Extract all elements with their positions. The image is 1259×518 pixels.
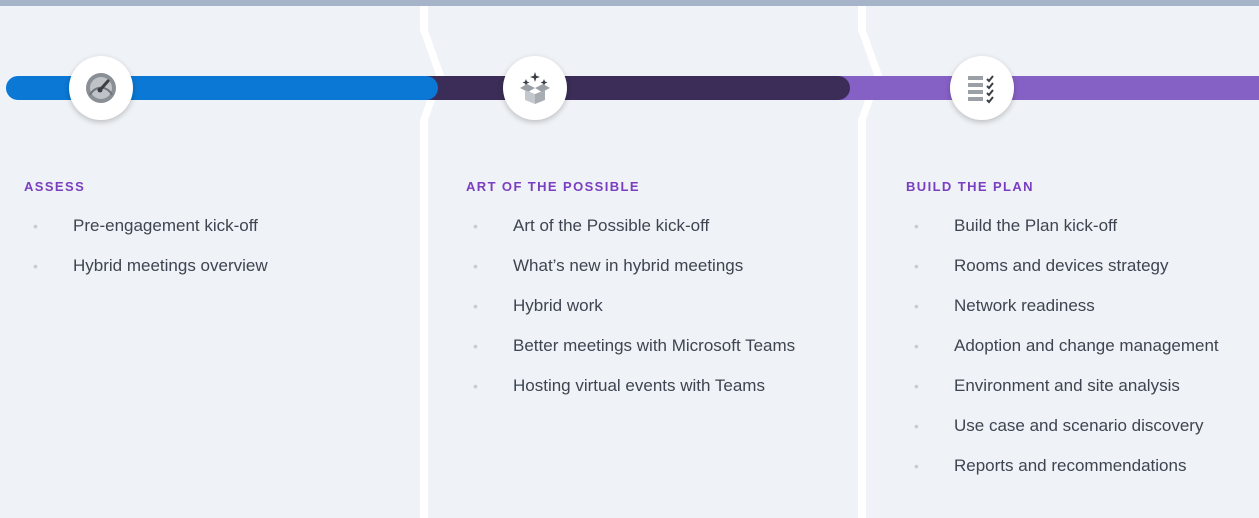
list-item: • Adoption and change management [914,335,1219,375]
list-item-label: Reports and recommendations [954,456,1187,475]
bullet: • [33,218,38,234]
list-item: • Build the Plan kick-off [914,215,1219,255]
list-item-label: Rooms and devices strategy [954,256,1169,275]
art-of-the-possible-heading: ART OF THE POSSIBLE [466,179,640,194]
list-item-label: Network readiness [954,296,1095,315]
bullet: • [914,298,919,314]
sparkle-box-icon [503,56,567,120]
build-the-plan-progress-bar [826,76,1259,100]
list-item: • Better meetings with Microsoft Teams [473,335,795,375]
assess-heading: ASSESS [24,179,86,194]
bullet: • [914,458,919,474]
checklist-icon [950,56,1014,120]
speedometer-icon [69,56,133,120]
list-item: • Hybrid meetings overview [33,255,268,295]
list-item-label: Pre-engagement kick-off [73,216,258,235]
build-the-plan-heading: BUILD THE PLAN [906,179,1034,194]
bullet: • [914,218,919,234]
list-item-label: Environment and site analysis [954,376,1180,395]
bullet: • [473,258,478,274]
list-item: • Rooms and devices strategy [914,255,1219,295]
list-item-label: Use case and scenario discovery [954,416,1204,435]
list-item-label: What’s new in hybrid meetings [513,256,744,275]
bullet: • [914,338,919,354]
bullet: • [914,418,919,434]
list-item: • Hybrid work [473,295,795,335]
list-item-label: Art of the Possible kick-off [513,216,710,235]
list-item-label: Adoption and change management [954,336,1219,355]
bullet: • [473,218,478,234]
list-item: • Hosting virtual events with Teams [473,375,795,415]
bullet: • [33,258,38,274]
list-item: • What’s new in hybrid meetings [473,255,795,295]
bullet: • [473,378,478,394]
list-item-label: Hosting virtual events with Teams [513,376,765,395]
list-item: • Pre-engagement kick-off [33,215,268,255]
list-item-label: Hybrid work [513,296,603,315]
list-item-label: Better meetings with Microsoft Teams [513,336,796,355]
list-item: • Environment and site analysis [914,375,1219,415]
list-item-label: Build the Plan kick-off [954,216,1118,235]
bullet: • [473,338,478,354]
bullet: • [914,258,919,274]
list-item: • Use case and scenario discovery [914,415,1219,455]
art-of-the-possible-progress-bar [412,76,850,100]
bullet: • [914,378,919,394]
list-item: • Art of the Possible kick-off [473,215,795,255]
assess-list: • Pre-engagement kick-off • Hybrid meeting… [33,215,268,295]
bullet: • [473,298,478,314]
list-item: • Network readiness [914,295,1219,335]
list-item-label: Hybrid meetings overview [73,256,268,275]
list-item: • Reports and recommendations [914,455,1219,495]
build-the-plan-list: • Build the Plan kick-off • Rooms and devi… [914,215,1219,495]
art-of-the-possible-list: • Art of the Possible kick-off • What’s ne… [473,215,795,415]
